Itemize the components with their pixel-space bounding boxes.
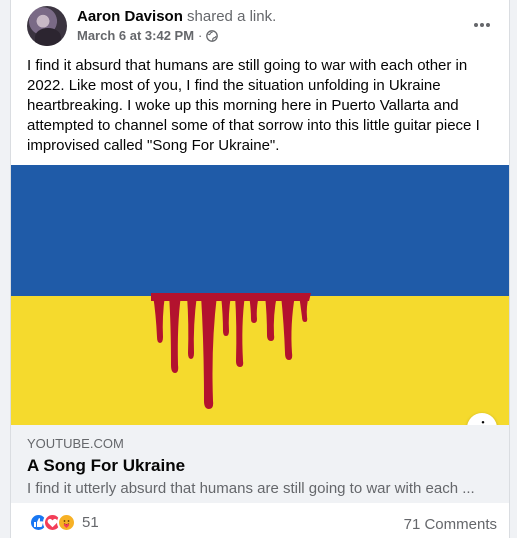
reactions-summary[interactable]: 51	[29, 513, 99, 532]
post-meta: March 6 at 3:42 PM ·	[77, 28, 219, 43]
more-horizontal-icon	[474, 23, 490, 27]
post-timestamp[interactable]: March 6 at 3:42 PM	[77, 28, 194, 43]
author-name[interactable]: Aaron Davison	[77, 8, 183, 25]
blood-drips-graphic	[151, 293, 311, 409]
link-domain: YOUTUBE.COM	[27, 436, 124, 451]
post-body-text: I find it absurd that humans are still g…	[27, 57, 480, 154]
link-preview-image[interactable]: i	[11, 165, 509, 425]
link-title[interactable]: A Song For Ukraine	[27, 456, 185, 476]
feed-post: Aaron Davison shared a link. March 6 at …	[10, 0, 510, 538]
meta-separator: ·	[198, 28, 203, 43]
link-preview-card[interactable]: YOUTUBE.COM A Song For Ukraine I find it…	[11, 425, 509, 503]
author-avatar[interactable]	[27, 6, 67, 46]
more-options-button[interactable]	[469, 12, 495, 38]
author-line: Aaron Davison shared a link.	[77, 8, 276, 25]
reaction-count: 51	[82, 514, 99, 531]
post-action-text: shared a link.	[187, 8, 277, 25]
post-footer: 51 71 Comments	[11, 503, 509, 538]
link-description: I find it utterly absurd that humans are…	[27, 480, 475, 497]
post-header: Aaron Davison shared a link. March 6 at …	[11, 0, 509, 52]
globe-icon[interactable]	[206, 29, 219, 42]
comments-count-link[interactable]: 71 Comments	[404, 516, 497, 533]
care-reaction-icon	[57, 513, 76, 532]
